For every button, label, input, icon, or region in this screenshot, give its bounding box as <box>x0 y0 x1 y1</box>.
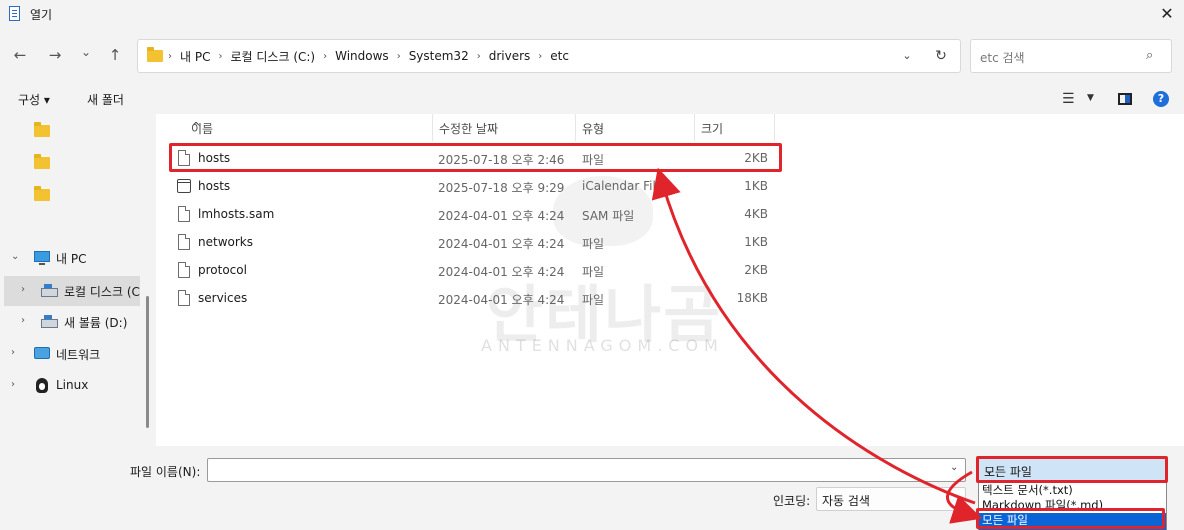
annotation-arrows <box>651 167 983 524</box>
annotation-arrow-to-hosts <box>651 167 976 505</box>
